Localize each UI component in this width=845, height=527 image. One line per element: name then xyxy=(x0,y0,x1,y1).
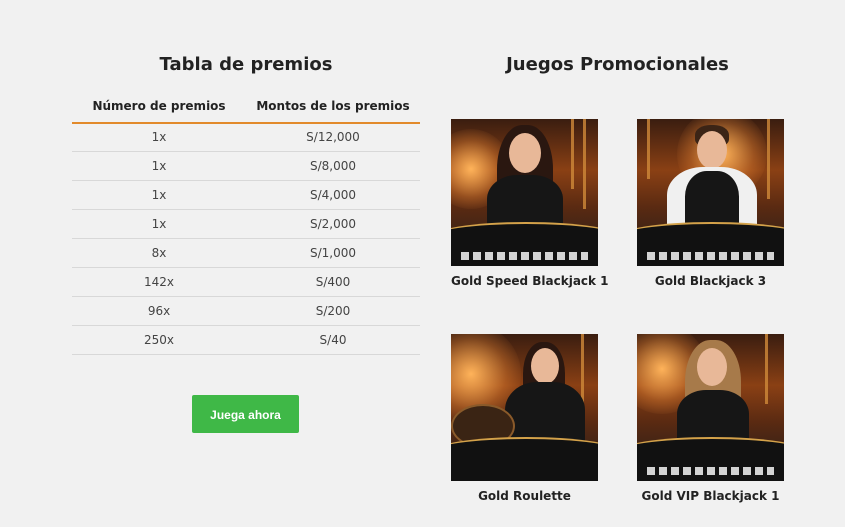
prize-amount: S/400 xyxy=(315,275,351,289)
prize-amount: S/40 xyxy=(319,333,347,347)
prize-count: 250x xyxy=(143,333,174,347)
prize-count: 1x xyxy=(151,217,167,231)
play-now-button[interactable]: Juega ahora xyxy=(192,395,299,433)
prize-count: 1x xyxy=(151,130,167,144)
table-row: 1x S/2,000 xyxy=(72,210,420,239)
prize-table-title: Tabla de premios xyxy=(159,54,333,75)
prize-count: 1x xyxy=(151,159,167,173)
dealer-thumbnail-icon[interactable] xyxy=(637,119,784,266)
game-card-gold-roulette[interactable]: Gold Roulette xyxy=(451,334,598,503)
table-row: 250x S/40 xyxy=(72,326,420,355)
table-row: 8x S/1,000 xyxy=(72,239,420,268)
prize-table-header: Número de premios Montos de los premios xyxy=(72,96,420,124)
table-row: 1x S/4,000 xyxy=(72,181,420,210)
prize-amount: S/4,000 xyxy=(309,188,356,202)
game-card-gold-blackjack-3[interactable]: Gold Blackjack 3 xyxy=(637,119,784,288)
prize-count: 96x xyxy=(147,304,171,318)
table-row: 1x S/8,000 xyxy=(72,152,420,181)
game-card-gold-vip-blackjack-1[interactable]: Gold VIP Blackjack 1 xyxy=(637,334,784,503)
column-header-amount: Montos de los premios xyxy=(256,99,410,113)
prize-amount: S/2,000 xyxy=(309,217,356,231)
prize-count: 8x xyxy=(151,246,167,260)
table-row: 96x S/200 xyxy=(72,297,420,326)
game-title[interactable]: Gold VIP Blackjack 1 xyxy=(637,489,784,503)
prize-count: 142x xyxy=(143,275,174,289)
prize-amount: S/12,000 xyxy=(306,130,360,144)
prize-amount: S/1,000 xyxy=(309,246,356,260)
game-title[interactable]: Gold Roulette xyxy=(451,489,598,503)
prize-amount: S/200 xyxy=(315,304,351,318)
promo-games-title: Juegos Promocionales xyxy=(506,54,729,75)
prize-count: 1x xyxy=(151,188,167,202)
dealer-thumbnail-icon[interactable] xyxy=(451,119,598,266)
table-row: 142x S/400 xyxy=(72,268,420,297)
game-card-gold-speed-blackjack-1[interactable]: Gold Speed Blackjack 1 xyxy=(451,119,609,288)
column-header-count: Número de premios xyxy=(92,99,226,113)
prize-amount: S/8,000 xyxy=(309,159,356,173)
game-title[interactable]: Gold Speed Blackjack 1 xyxy=(451,274,609,288)
dealer-thumbnail-icon[interactable] xyxy=(637,334,784,481)
dealer-thumbnail-icon[interactable] xyxy=(451,334,598,481)
prize-table-body: 1x S/12,000 1x S/8,000 1x S/4,000 1x S/2,000… xyxy=(72,123,420,355)
game-title[interactable]: Gold Blackjack 3 xyxy=(637,274,784,288)
table-row: 1x S/12,000 xyxy=(72,123,420,152)
